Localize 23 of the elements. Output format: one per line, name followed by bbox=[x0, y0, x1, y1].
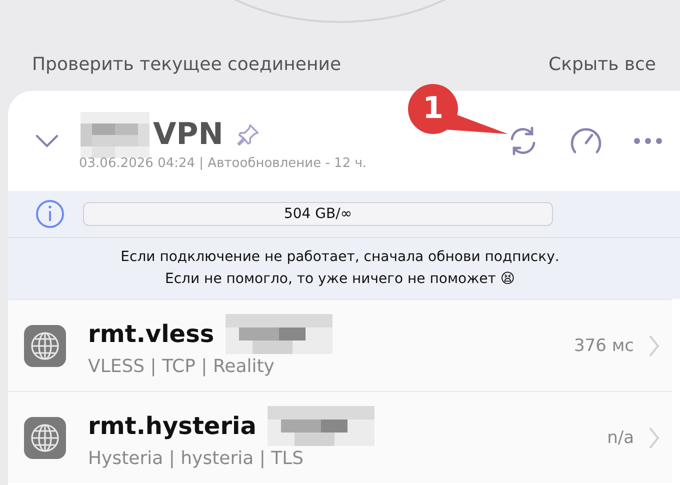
pin-icon[interactable] bbox=[235, 122, 262, 148]
globe-icon bbox=[24, 324, 66, 366]
server-name: rmt.hysteria bbox=[88, 412, 256, 440]
info-icon[interactable] bbox=[35, 199, 65, 229]
notice-text: Если подключение не работает, сначала обнови подписку. Если не помогло, то уже ничего не поможет 😫 bbox=[120, 248, 560, 289]
usage-bar: 504 GB/∞ bbox=[83, 202, 553, 226]
globe-icon bbox=[24, 416, 66, 458]
subscription-name: VPN bbox=[153, 117, 224, 152]
hide-all-link[interactable]: Скрыть все bbox=[548, 54, 656, 75]
server-name: rmt.vless bbox=[88, 320, 214, 348]
update-info: 03.06.2026 04:24 | Автообновление - 12 ч. bbox=[79, 156, 368, 170]
server-row[interactable]: rmt.hysteria Hysteria | hysteria | TLS n/a bbox=[8, 391, 672, 483]
latency-value: n/a bbox=[607, 428, 634, 448]
more-icon[interactable] bbox=[633, 137, 663, 145]
latency-value: 376 мс bbox=[574, 336, 634, 356]
chevron-right-icon bbox=[648, 334, 660, 358]
server-row[interactable]: rmt.vless VLESS | TCP | Reality 376 мс bbox=[8, 299, 672, 391]
redacted-text-drawing bbox=[79, 112, 151, 158]
server-protocol: Hysteria | hysteria | TLS bbox=[88, 448, 305, 469]
check-connection-link[interactable]: Проверить текущее соединение bbox=[32, 54, 342, 75]
server-protocol: VLESS | TCP | Reality bbox=[88, 356, 276, 377]
chevron-right-icon bbox=[648, 426, 660, 450]
chevron-icon[interactable] bbox=[35, 134, 59, 148]
